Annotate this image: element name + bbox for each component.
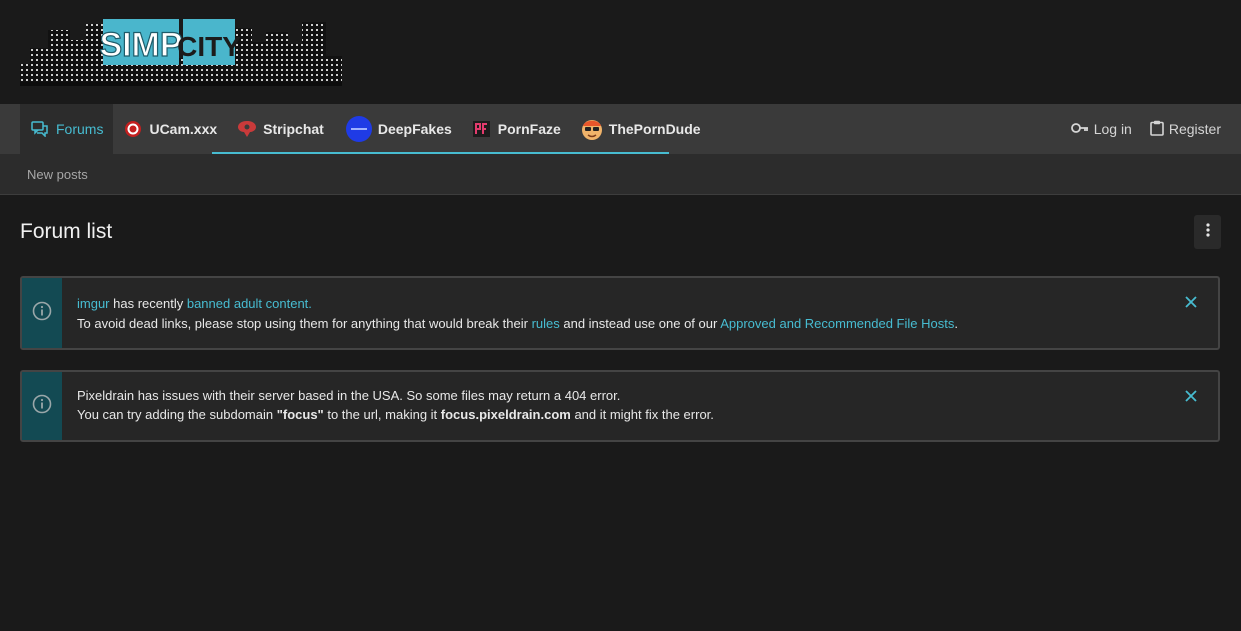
notice-text: . xyxy=(954,316,958,331)
tab-stripchat[interactable]: Stripchat xyxy=(227,104,334,154)
page-title: Forum list xyxy=(20,220,113,243)
ucam-icon xyxy=(123,119,143,139)
tab-pornfaze[interactable]: PornFaze xyxy=(462,104,571,154)
notice-text: Pixeldrain has issues with their server … xyxy=(77,388,621,403)
notice-line: Pixeldrain has issues with their server … xyxy=(77,386,1204,405)
close-icon[interactable] xyxy=(1184,389,1198,403)
notice-imgur: imgur has recently banned adult content.… xyxy=(20,276,1220,350)
tab-stripchat-label: Stripchat xyxy=(263,121,324,137)
tab-forums[interactable]: Forums xyxy=(20,104,114,154)
theporndude-icon xyxy=(581,118,603,140)
notice-text: and it might fix the error. xyxy=(570,407,714,422)
notice-bold: "focus" xyxy=(276,407,324,422)
file-hosts-link[interactable]: Approved and Recommended File Hosts xyxy=(720,316,954,331)
logo-text-left: SIMP xyxy=(99,26,182,64)
key-icon xyxy=(1070,121,1089,137)
notice-info-side xyxy=(22,278,62,348)
clipboard-icon xyxy=(1150,120,1164,139)
nav-active-underline xyxy=(212,152,669,154)
nav-user-actions: Log in Register xyxy=(1070,104,1221,154)
vertical-ellipsis-icon xyxy=(1205,222,1210,242)
notice-text: and instead use one of our xyxy=(559,316,721,331)
notice-line: You can try adding the subdomain "focus"… xyxy=(77,405,1204,424)
forums-icon xyxy=(30,119,50,139)
tab-pornfaze-label: PornFaze xyxy=(497,121,561,137)
stripchat-icon xyxy=(237,119,257,139)
tab-ucam-label: UCam.xxx xyxy=(149,121,218,137)
notice-text: You can try adding the subdomain xyxy=(77,407,277,422)
close-icon[interactable] xyxy=(1184,295,1198,309)
tab-ucam[interactable]: UCam.xxx xyxy=(113,104,227,154)
site-logo[interactable]: SIMP CITY xyxy=(20,18,342,86)
notice-text: To avoid dead links, please stop using t… xyxy=(77,316,532,331)
more-options-button[interactable] xyxy=(1194,215,1221,249)
notice-info-side xyxy=(22,372,62,440)
new-posts-link[interactable]: New posts xyxy=(27,167,88,182)
banned-content-link[interactable]: banned adult content. xyxy=(187,296,312,311)
notice-content: imgur has recently banned adult content.… xyxy=(62,278,1218,348)
notice-bold: focus.pixeldrain.com xyxy=(440,407,571,422)
notice-line: To avoid dead links, please stop using t… xyxy=(77,314,1204,334)
register-button[interactable]: Register xyxy=(1150,120,1221,139)
imgur-link[interactable]: imgur xyxy=(77,296,110,311)
tab-theporndude-label: ThePornDude xyxy=(608,121,701,137)
rules-link[interactable]: rules xyxy=(532,316,560,331)
notice-text: to the url, making it xyxy=(323,407,441,422)
login-button[interactable]: Log in xyxy=(1070,121,1132,137)
main-nav: Forums UCam.xxx Stripchat DeepFakes Porn… xyxy=(0,104,1241,154)
tab-forums-label: Forums xyxy=(56,121,104,137)
page-header: Forum list xyxy=(0,195,1241,275)
deepfakes-icon xyxy=(345,116,372,142)
pornfaze-icon xyxy=(472,119,492,139)
tab-deepfakes[interactable]: DeepFakes xyxy=(334,104,462,154)
sub-nav: New posts xyxy=(0,154,1241,195)
site-header: SIMP CITY xyxy=(0,0,1241,104)
notice-text: has recently xyxy=(109,296,187,311)
tab-theporndude[interactable]: ThePornDude xyxy=(571,104,711,154)
info-icon xyxy=(32,301,52,326)
info-icon xyxy=(32,394,52,419)
tab-deepfakes-label: DeepFakes xyxy=(377,121,452,137)
login-label: Log in xyxy=(1093,121,1132,137)
register-label: Register xyxy=(1168,121,1221,137)
notice-line: imgur has recently banned adult content. xyxy=(77,294,1204,314)
notice-content: Pixeldrain has issues with their server … xyxy=(62,372,1218,440)
notice-pixeldrain: Pixeldrain has issues with their server … xyxy=(20,370,1220,442)
logo-text-right: CITY xyxy=(177,31,241,62)
